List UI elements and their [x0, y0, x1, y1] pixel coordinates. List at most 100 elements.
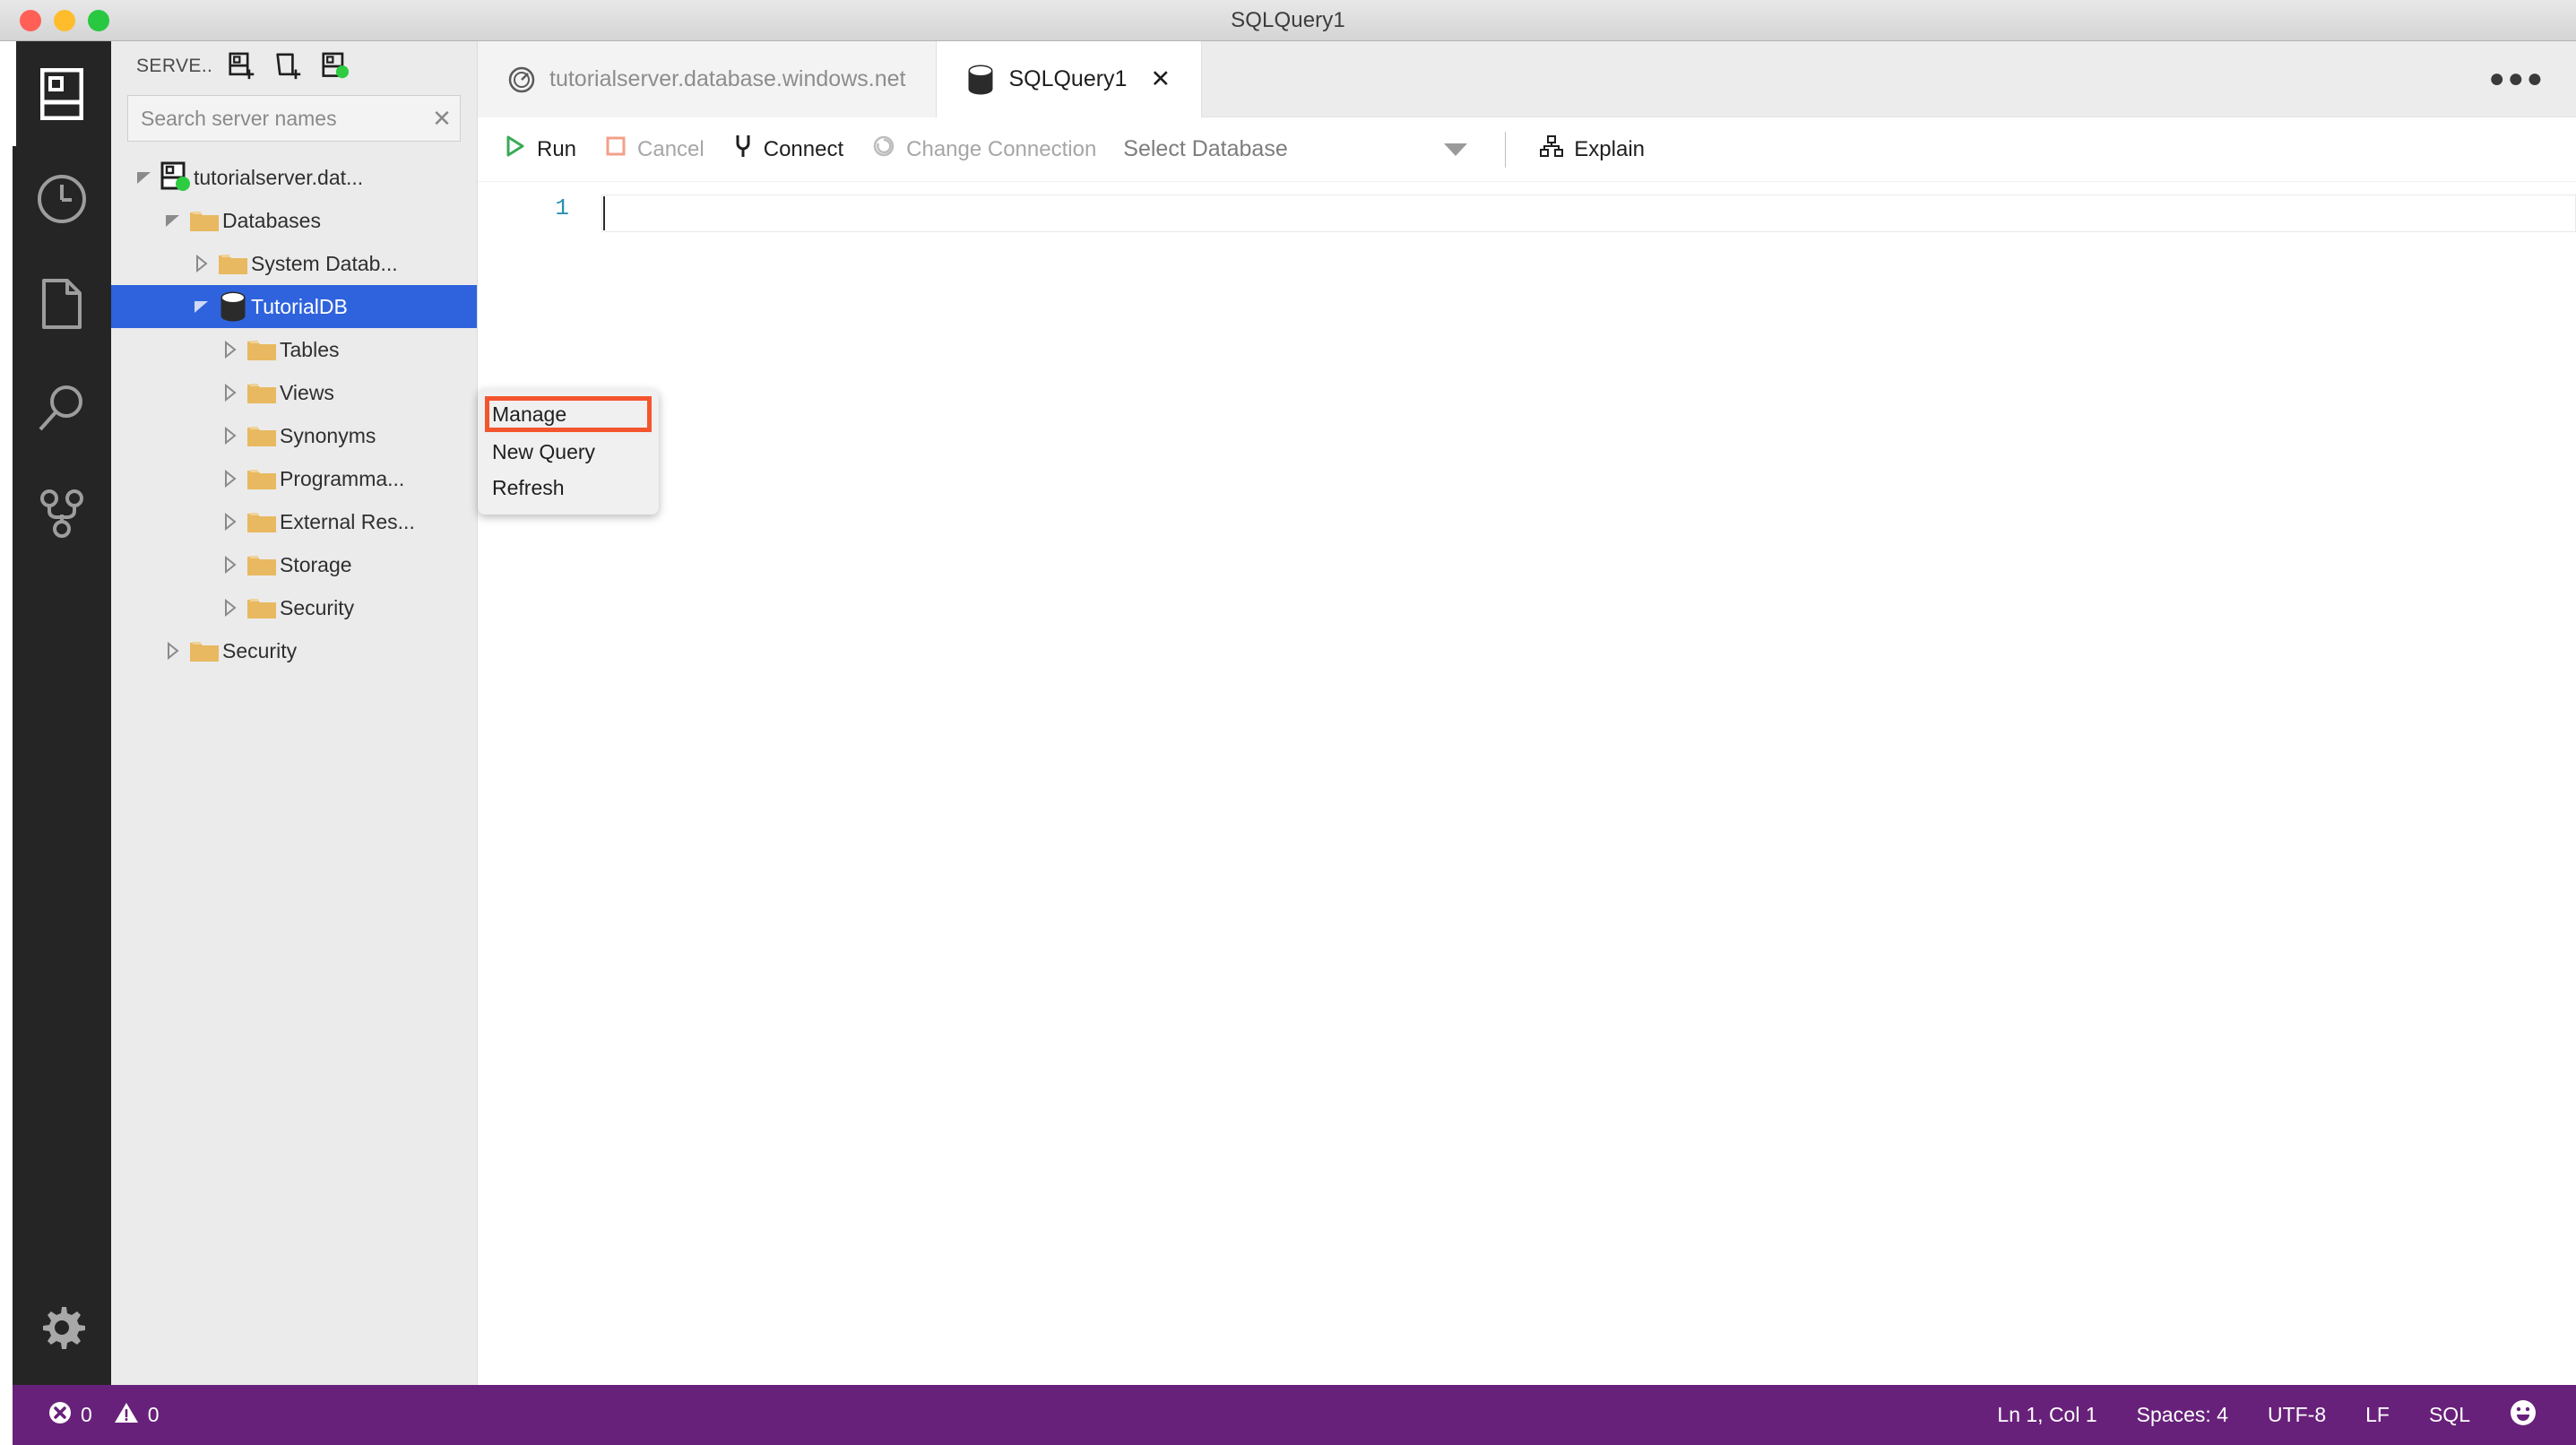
- toolbar-divider: [1505, 131, 1507, 168]
- cancel-button[interactable]: Cancel: [591, 125, 719, 174]
- tree-item-external-res[interactable]: External Res...: [111, 500, 477, 543]
- folder-icon: [244, 466, 280, 491]
- folder-icon: [215, 251, 251, 276]
- editor-actions-more-icon[interactable]: ●●●: [2459, 41, 2576, 117]
- chevron-down-icon[interactable]: [131, 169, 158, 186]
- indentation-setting[interactable]: Spaces: 4: [2117, 1385, 2248, 1445]
- feedback-button[interactable]: [2490, 1385, 2556, 1445]
- tree-item-views[interactable]: Views: [111, 371, 477, 414]
- chevron-right-icon[interactable]: [217, 599, 244, 617]
- error-icon: [48, 1401, 72, 1430]
- refresh-connection-icon: [872, 134, 895, 164]
- problems-status[interactable]: 0 0: [36, 1385, 172, 1445]
- eol-setting[interactable]: LF: [2346, 1385, 2409, 1445]
- database-icon: [215, 291, 251, 322]
- tree-item-storage[interactable]: Storage: [111, 543, 477, 586]
- tree-item-label: Security: [222, 638, 298, 662]
- tree-item-programma[interactable]: Programma...: [111, 457, 477, 500]
- window-title: SQLQuery1: [1231, 7, 1345, 32]
- server-tree: tutorialserver.dat... Databases System Dat…: [111, 156, 477, 672]
- database-select[interactable]: Select Database: [1123, 125, 1482, 174]
- folder-icon: [244, 423, 280, 448]
- activity-item-files[interactable]: [13, 251, 111, 356]
- search-input[interactable]: [128, 106, 424, 131]
- explain-button[interactable]: Explain: [1526, 125, 1659, 174]
- tree-item-label: tutorialserver.dat...: [194, 165, 364, 189]
- add-server-icon[interactable]: [229, 52, 255, 80]
- chevron-right-icon[interactable]: [217, 556, 244, 574]
- tree-item-label: System Datab...: [251, 251, 398, 275]
- context-menu: Manage New Query Refresh: [478, 389, 659, 515]
- chevron-right-icon[interactable]: [217, 470, 244, 488]
- chevron-right-icon[interactable]: [217, 513, 244, 531]
- maximize-window-button[interactable]: [88, 9, 109, 31]
- tree-item-tutorialserver-dat[interactable]: tutorialserver.dat...: [111, 156, 477, 199]
- play-icon: [505, 134, 526, 164]
- server-connected-icon[interactable]: [322, 52, 350, 80]
- clock-icon: [37, 174, 87, 224]
- tree-item-label: Security: [280, 595, 355, 619]
- run-button[interactable]: Run: [490, 125, 591, 174]
- encoding-setting[interactable]: UTF-8: [2248, 1385, 2346, 1445]
- editor-tab-label: tutorialserver.database.windows.net: [549, 66, 906, 91]
- tree-item-label: External Res...: [280, 509, 415, 533]
- chevron-right-icon[interactable]: [217, 341, 244, 359]
- tree-item-databases[interactable]: Databases: [111, 199, 477, 242]
- editor-tab-sqlquery1[interactable]: SQLQuery1 ✕: [937, 41, 1203, 117]
- status-bar-right: Ln 1, Col 1 Spaces: 4 UTF-8 LF SQL: [1977, 1385, 2576, 1445]
- folder-icon: [244, 337, 280, 362]
- chevron-right-icon[interactable]: [217, 427, 244, 445]
- activity-bar: [13, 41, 111, 1385]
- tree-item-tables[interactable]: Tables: [111, 328, 477, 371]
- activity-item-history[interactable]: [13, 146, 111, 251]
- folder-icon: [244, 552, 280, 577]
- context-menu-item-manage[interactable]: Manage: [485, 396, 652, 432]
- tree-item-system-datab[interactable]: System Datab...: [111, 242, 477, 285]
- tree-item-security[interactable]: Security: [111, 629, 477, 672]
- tree-item-synonyms[interactable]: Synonyms: [111, 414, 477, 457]
- minimize-window-button[interactable]: [54, 9, 75, 31]
- tree-item-label: Programma...: [280, 466, 405, 490]
- clear-search-icon[interactable]: ✕: [424, 107, 460, 130]
- file-icon: [40, 278, 83, 330]
- explain-label: Explain: [1574, 136, 1646, 161]
- add-folder-icon[interactable]: [275, 53, 302, 80]
- current-line-highlight: [601, 195, 2576, 232]
- activity-item-search[interactable]: [13, 356, 111, 461]
- connect-button[interactable]: Connect: [719, 125, 858, 174]
- code-editor[interactable]: 1: [478, 182, 2576, 1384]
- cursor-position[interactable]: Ln 1, Col 1: [1977, 1385, 2116, 1445]
- connect-label: Connect: [763, 136, 844, 161]
- text-caret: [603, 196, 605, 230]
- tree-item-security[interactable]: Security: [111, 586, 477, 629]
- status-bar-left: 0 0: [13, 1385, 172, 1445]
- server-connected-icon: [158, 161, 194, 194]
- tree-item-label: Storage: [280, 552, 352, 576]
- activity-item-source-control[interactable]: [13, 461, 111, 566]
- chevron-right-icon[interactable]: [188, 255, 215, 273]
- editor-tab-tutorialserver-database-windows-net[interactable]: tutorialserver.database.windows.net: [478, 41, 938, 117]
- context-menu-item-refresh[interactable]: Refresh: [478, 470, 659, 506]
- editor-area: tutorialserver.database.windows.net SQLQu…: [478, 41, 2576, 1385]
- change-connection-button[interactable]: Change Connection: [858, 125, 1111, 174]
- app-window: SQLQuery1 SERVE.. Search server names ✕ …: [0, 0, 2576, 1445]
- activity-item-servers[interactable]: [13, 41, 111, 146]
- context-menu-item-new-query[interactable]: New Query: [478, 434, 659, 470]
- chevron-right-icon[interactable]: [217, 384, 244, 402]
- folder-icon: [244, 595, 280, 620]
- chevron-right-icon[interactable]: [160, 642, 186, 660]
- warning-icon: [114, 1401, 139, 1430]
- search-box[interactable]: ✕: [127, 95, 461, 142]
- chevron-down-icon: [1444, 143, 1468, 156]
- editor-tabs: tutorialserver.database.windows.net SQLQu…: [478, 41, 2576, 117]
- chevron-down-icon[interactable]: [188, 298, 215, 316]
- chevron-down-icon[interactable]: [160, 212, 186, 229]
- activity-item-manage[interactable]: [13, 1275, 111, 1380]
- server-search-wrapper: ✕: [111, 91, 477, 142]
- tree-item-tutorialdb[interactable]: TutorialDB: [111, 285, 477, 328]
- folder-icon: [244, 509, 280, 534]
- close-tab-icon[interactable]: ✕: [1150, 67, 1171, 91]
- database-select-value: Select Database: [1123, 136, 1288, 161]
- language-mode[interactable]: SQL: [2409, 1385, 2490, 1445]
- close-window-button[interactable]: [20, 9, 41, 31]
